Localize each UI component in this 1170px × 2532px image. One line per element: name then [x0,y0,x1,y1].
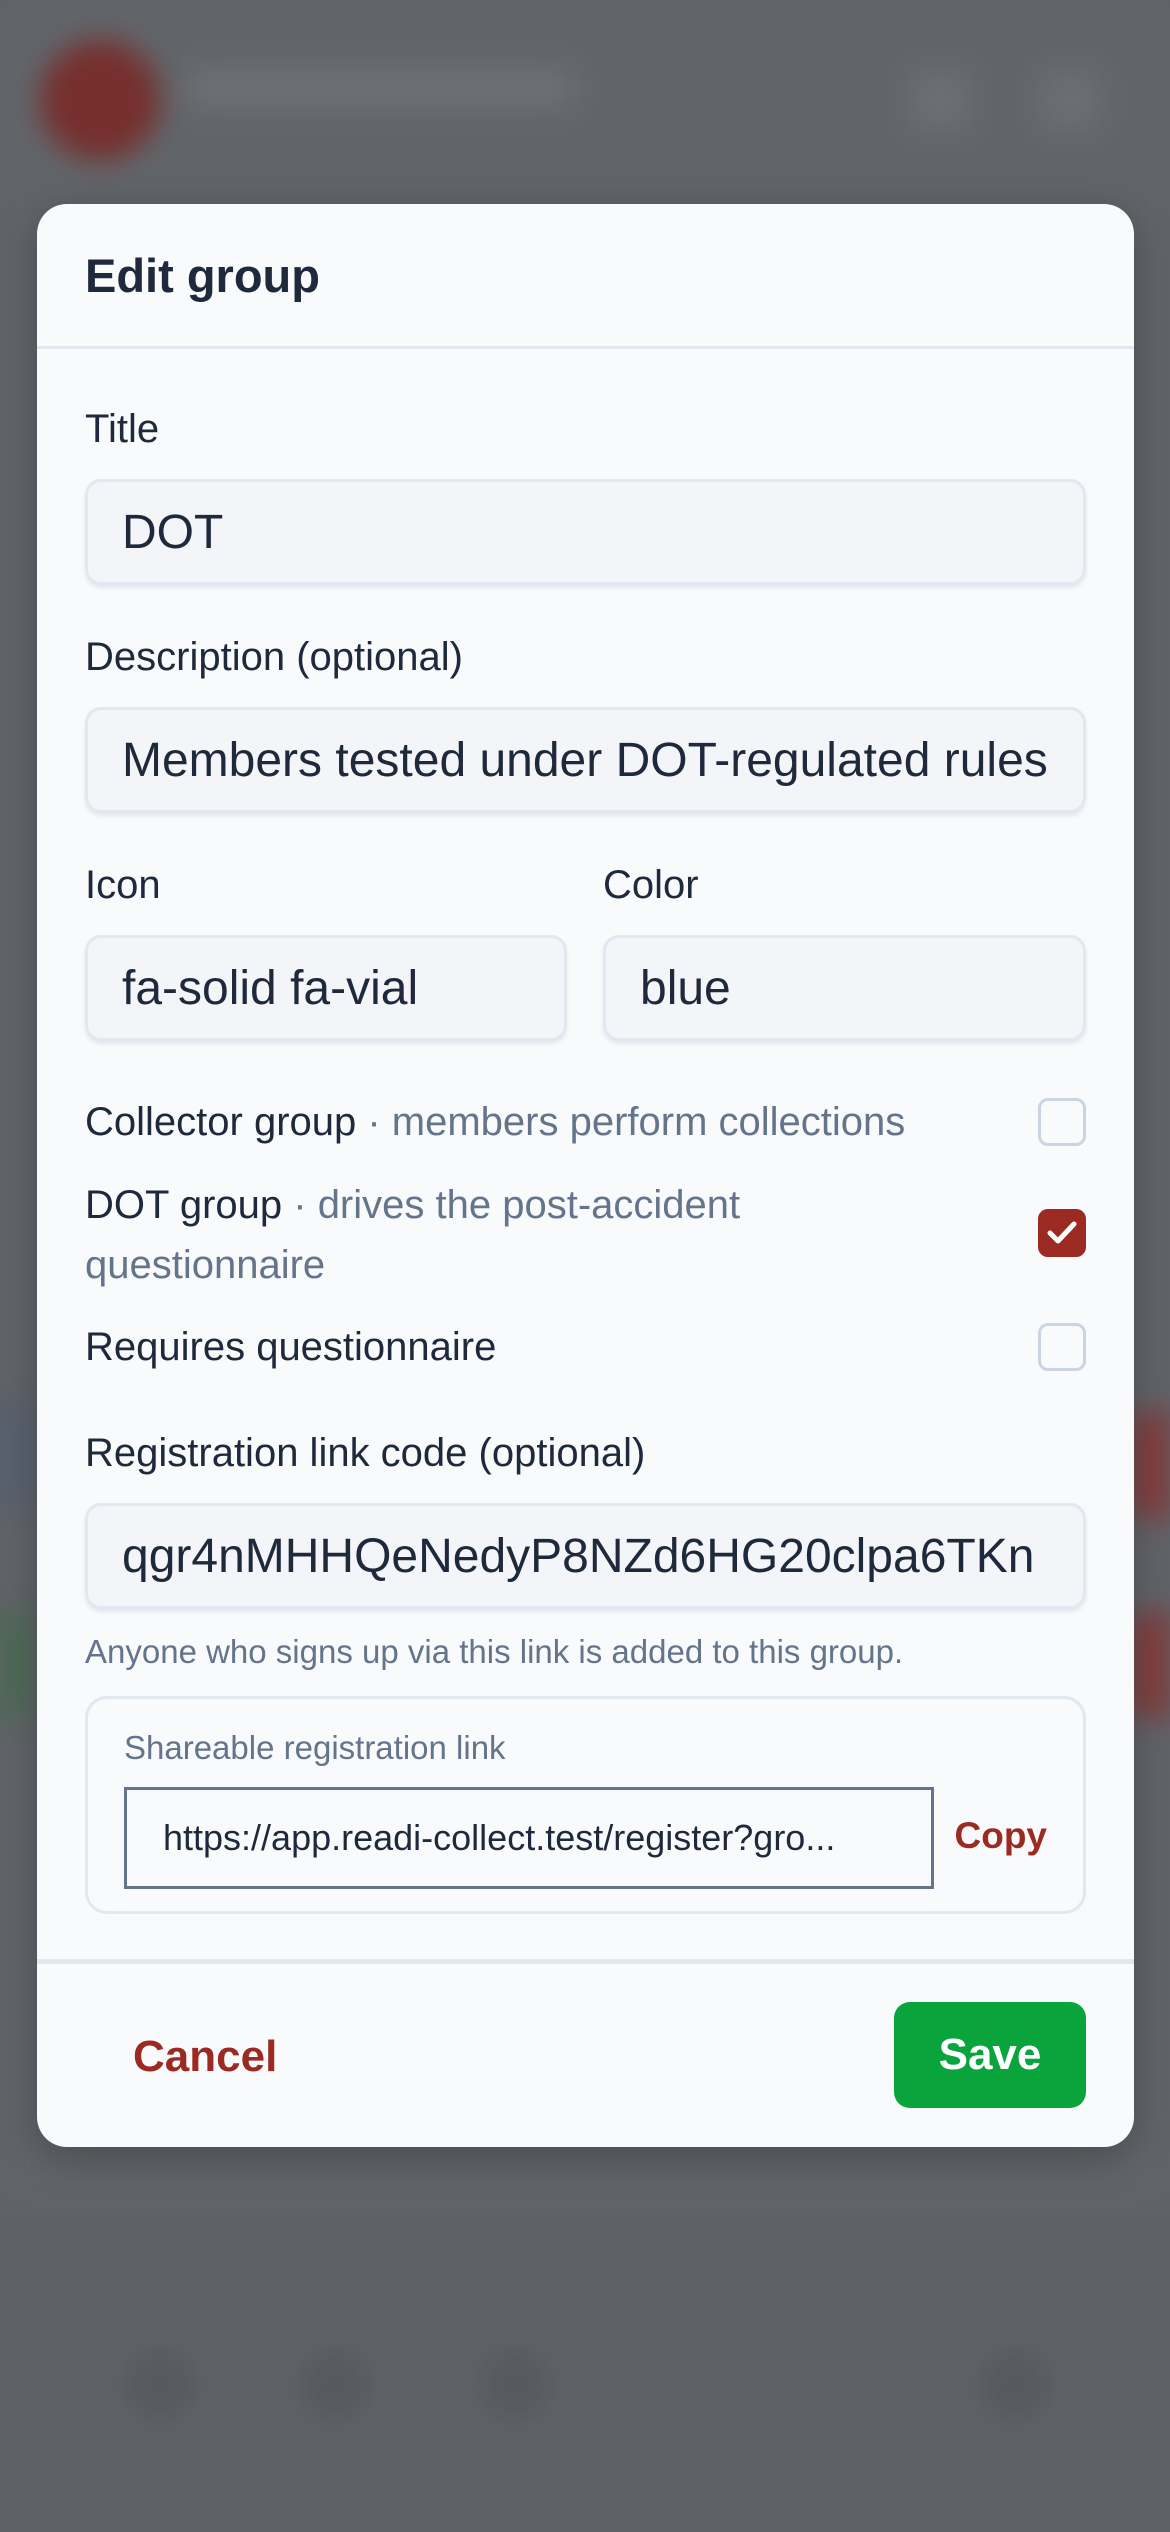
registration-code-help: Anyone who signs up via this link is add… [85,1633,904,1670]
description-input[interactable]: Members tested under DOT-regulated rules [85,707,1086,813]
icon-input[interactable]: fa-solid fa-vial [85,935,567,1041]
requires-questionnaire-checkbox[interactable] [1038,1323,1086,1371]
description-label: Description (optional) [85,635,463,679]
title-input[interactable]: DOT [85,479,1086,585]
cancel-button[interactable]: Cancel [133,2032,277,2082]
icon-label: Icon [85,863,161,907]
modal-title: Edit group [85,249,320,302]
collector-group-hint: · members perform collections [356,1100,906,1144]
dot-group-checkbox[interactable] [1038,1209,1086,1257]
registration-code-label: Registration link code (optional) [85,1431,646,1475]
modal-header: Edit group [37,204,1134,349]
requires-questionnaire-row[interactable]: Requires questionnaire [85,1317,1086,1377]
registration-code-input[interactable]: qgr4nMHHQeNedyP8NZd6HG20clpa6TKn [85,1503,1086,1609]
color-label: Color [603,863,699,907]
dot-group-row[interactable]: DOT group · drives the post-accident que… [85,1175,1086,1295]
edit-group-modal: Edit group Title DOT Description (option… [37,204,1134,2147]
collector-group-label: Collector group [85,1100,357,1144]
shareable-link-label: Shareable registration link [124,1729,506,1766]
shareable-link-input[interactable]: https://app.readi-collect.test/register?… [124,1787,934,1889]
collector-group-checkbox[interactable] [1038,1098,1086,1146]
copy-button[interactable]: Copy [955,1815,1048,1857]
collector-group-row[interactable]: Collector group · members perform collec… [85,1092,1086,1152]
save-button[interactable]: Save [894,2002,1086,2108]
dot-group-label: DOT group [85,1183,283,1227]
title-label: Title [85,407,160,451]
modal-footer: Cancel Save [37,1959,1134,2147]
color-input[interactable]: blue [603,935,1086,1041]
shareable-link-box: Shareable registration link https://app.… [85,1696,1086,1914]
checkmark-icon [1047,1221,1077,1244]
requires-questionnaire-label: Requires questionnaire [85,1325,497,1369]
